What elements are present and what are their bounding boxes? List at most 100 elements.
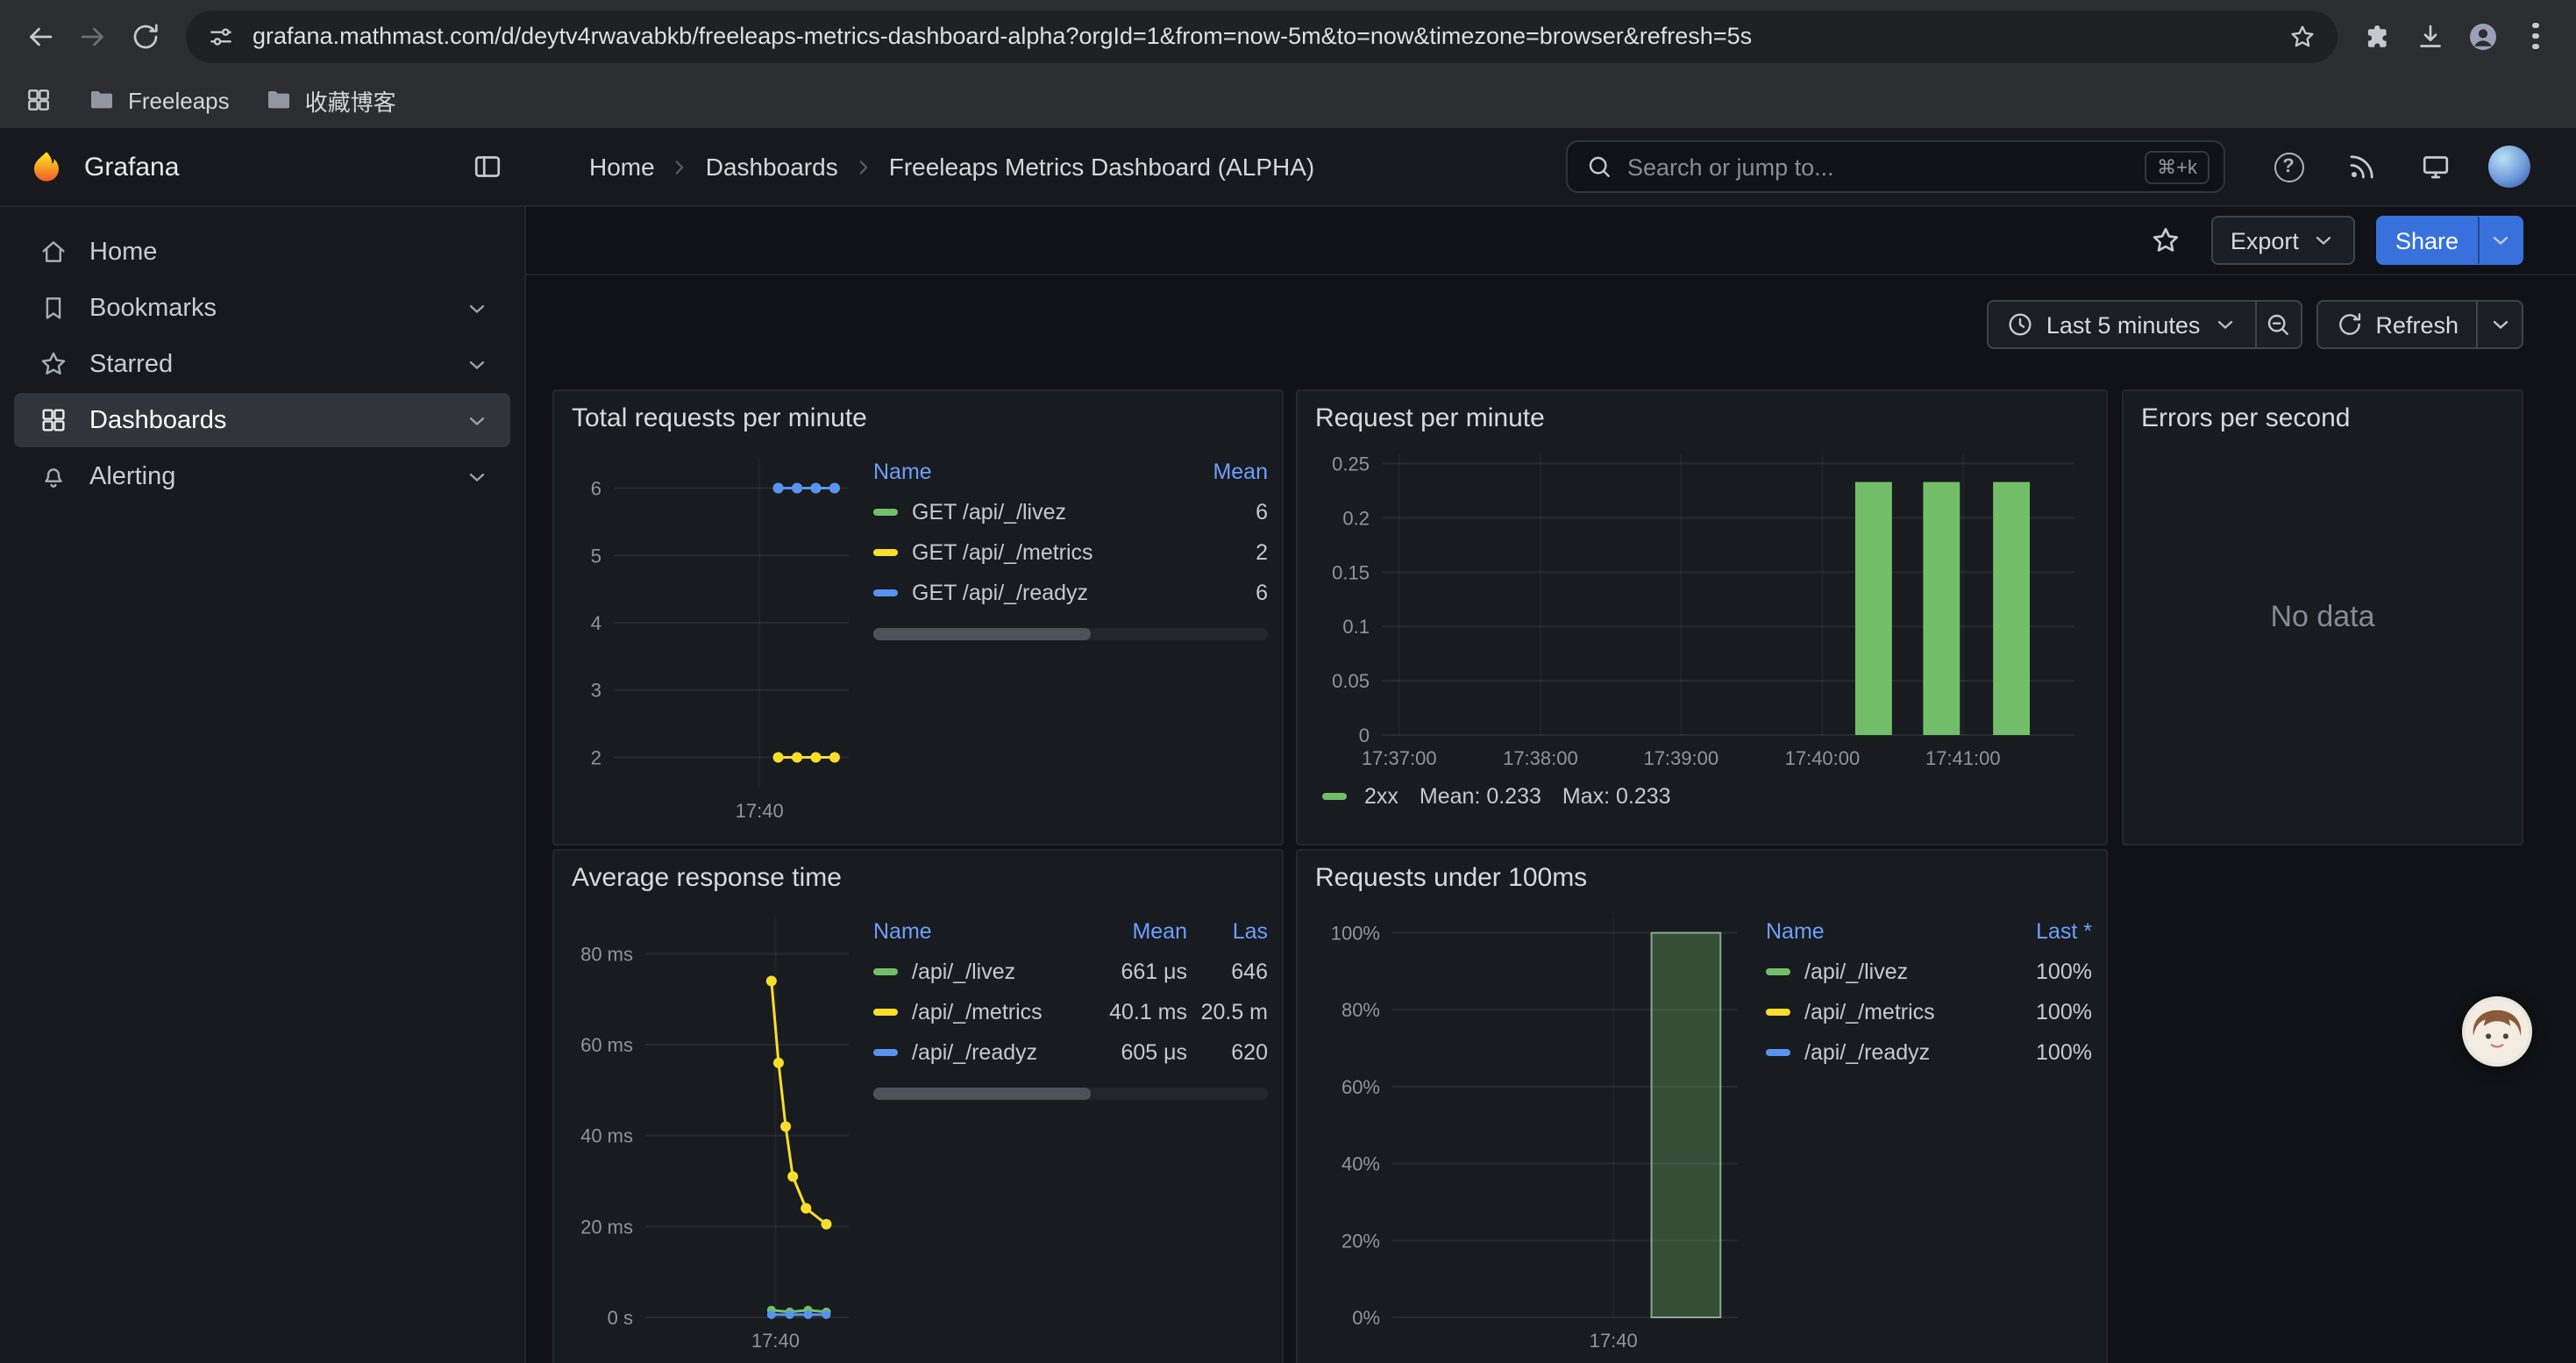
chevron-down-icon[interactable]	[465, 408, 489, 432]
browser-toolbar: grafana.mathmast.com/d/deytv4rwavabkb/fr…	[0, 0, 2576, 72]
series-name[interactable]: 2xx	[1364, 784, 1398, 809]
sidebar-item-home[interactable]: Home	[14, 225, 510, 279]
sidebar-item-label: Home	[89, 238, 157, 266]
legend-scrollbar[interactable]	[873, 628, 1268, 640]
menu-button[interactable]	[2509, 10, 2562, 62]
series-name[interactable]: /api/_/livez	[1804, 959, 1908, 983]
url-text[interactable]: grafana.mathmast.com/d/deytv4rwavabkb/fr…	[253, 23, 2271, 49]
export-button[interactable]: Export	[2211, 216, 2355, 265]
extensions-button[interactable]	[2352, 10, 2404, 62]
bookmark-icon	[39, 293, 68, 323]
series-name[interactable]: /api/_/readyz	[912, 1039, 1037, 1064]
news-button[interactable]	[2338, 142, 2387, 191]
svg-text:4: 4	[591, 612, 601, 634]
series-swatch	[873, 508, 898, 515]
legend-row[interactable]: /api/_/readyz 605 μs 620	[873, 1031, 1268, 1072]
apps-grid-button[interactable]	[25, 86, 53, 114]
legend-col-name[interactable]: Name	[1766, 918, 1990, 943]
floating-profile-avatar[interactable]	[2462, 996, 2532, 1067]
refresh-button[interactable]: Refresh	[2316, 300, 2478, 349]
legend-row[interactable]: GET /api/_/livez 6	[873, 491, 1268, 532]
panel-title[interactable]: Requests under 100ms	[1298, 851, 2106, 893]
chevron-down-icon[interactable]	[465, 296, 489, 320]
sidebar-item-starred[interactable]: Starred	[14, 337, 510, 391]
refresh-interval-button[interactable]	[2478, 300, 2523, 349]
avg-response-time-chart[interactable]: 0 s20 ms40 ms60 ms80 ms17:40	[568, 900, 866, 1359]
time-range-picker[interactable]: Last 5 minutes	[1987, 300, 2257, 349]
scrollbar-thumb[interactable]	[873, 1088, 1091, 1100]
forward-button[interactable]	[67, 10, 119, 62]
brand-name[interactable]: Grafana	[84, 152, 179, 182]
extensions-icon	[2362, 20, 2394, 52]
legend-row[interactable]: /api/_/livez 661 μs 646	[873, 951, 1268, 991]
svg-text:0.2: 0.2	[1342, 507, 1370, 529]
share-menu-button[interactable]	[2478, 216, 2523, 265]
dock-menu-button[interactable]	[463, 142, 512, 191]
header-icons: ?	[2264, 142, 2534, 191]
grafana-header: Grafana Home Dashboards Freeleaps Metric…	[0, 128, 2576, 207]
legend-col-last[interactable]: Last *	[1990, 918, 2092, 943]
bookmark-folder-freeleaps[interactable]: Freeleaps	[88, 86, 230, 114]
share-button-group: Share	[2376, 216, 2523, 265]
user-avatar[interactable]	[2485, 142, 2534, 191]
back-button[interactable]	[14, 10, 67, 62]
no-data-message: No data	[2124, 433, 2522, 802]
svg-text:80%: 80%	[1341, 999, 1380, 1021]
panel-title[interactable]: Request per minute	[1298, 391, 2106, 433]
chevron-down-icon[interactable]	[465, 352, 489, 376]
legend-row[interactable]: GET /api/_/readyz 6	[873, 572, 1268, 612]
breadcrumb-home[interactable]: Home	[589, 153, 655, 181]
series-name[interactable]: /api/_/metrics	[912, 999, 1042, 1024]
sidebar-item-label: Alerting	[89, 462, 175, 490]
bookmark-star-icon[interactable]	[2288, 22, 2316, 50]
bookmark-label: 收藏博客	[305, 83, 396, 117]
help-button[interactable]: ?	[2264, 142, 2313, 191]
requests-under-100ms-chart[interactable]: 0%20%40%60%80%100%17:40	[1312, 900, 1759, 1359]
chevron-down-icon	[2212, 312, 2237, 337]
series-name[interactable]: GET /api/_/livez	[912, 499, 1066, 524]
legend-row[interactable]: /api/_/readyz 100%	[1766, 1031, 2092, 1072]
reload-button[interactable]	[119, 10, 172, 62]
series-name[interactable]: GET /api/_/readyz	[912, 580, 1088, 604]
sidebar: Home Bookmarks Starred Dashboards Alerti…	[0, 207, 526, 1363]
series-name[interactable]: /api/_/readyz	[1804, 1039, 1930, 1064]
legend-row[interactable]: /api/_/livez 100%	[1766, 951, 2092, 991]
bookmark-folder-blogs[interactable]: 收藏博客	[265, 83, 396, 117]
url-bar[interactable]: grafana.mathmast.com/d/deytv4rwavabkb/fr…	[186, 10, 2338, 62]
legend-col-mean[interactable]: Mean	[1166, 459, 1268, 483]
dashboards-icon	[39, 405, 68, 435]
legend-col-name[interactable]: Name	[873, 918, 1085, 943]
panel-title[interactable]: Errors per second	[2124, 391, 2522, 433]
panel-title[interactable]: Total requests per minute	[554, 391, 1282, 433]
zoom-out-button[interactable]	[2256, 300, 2302, 349]
legend-row[interactable]: /api/_/metrics 40.1 ms 20.5 m	[873, 991, 1268, 1031]
profile-button[interactable]	[2457, 10, 2509, 62]
sidebar-item-bookmarks[interactable]: Bookmarks	[14, 281, 510, 335]
series-name[interactable]: GET /api/_/metrics	[912, 539, 1093, 564]
legend-row[interactable]: GET /api/_/metrics 2	[873, 532, 1268, 572]
favorite-star-button[interactable]	[2141, 216, 2190, 265]
sidebar-item-alerting[interactable]: Alerting	[14, 449, 510, 503]
search-input[interactable]	[1627, 153, 2131, 180]
legend-col-mean[interactable]: Mean	[1085, 918, 1187, 943]
downloads-button[interactable]	[2404, 10, 2457, 62]
legend-scrollbar[interactable]	[873, 1088, 1268, 1100]
display-button[interactable]	[2411, 142, 2460, 191]
search-box[interactable]: ⌘+k	[1566, 140, 2225, 193]
site-settings-icon[interactable]	[207, 22, 235, 50]
share-button[interactable]: Share	[2376, 216, 2478, 265]
total-requests-chart[interactable]: 2345617:40	[568, 440, 866, 830]
sidebar-item-dashboards[interactable]: Dashboards	[14, 393, 510, 447]
legend-col-last[interactable]: Las	[1187, 918, 1268, 943]
chevron-down-icon[interactable]	[465, 464, 489, 489]
legend-col-name[interactable]: Name	[873, 459, 1166, 483]
series-max: Max: 0.233	[1562, 784, 1671, 809]
panel-title[interactable]: Average response time	[554, 851, 1282, 893]
series-name[interactable]: /api/_/metrics	[1804, 999, 1935, 1024]
grafana-logo[interactable]	[28, 148, 65, 185]
scrollbar-thumb[interactable]	[873, 628, 1091, 640]
breadcrumb-dashboards[interactable]: Dashboards	[706, 153, 838, 181]
request-per-minute-chart[interactable]: 00.050.10.150.20.2517:37:0017:38:0017:39…	[1312, 440, 2092, 777]
legend-row[interactable]: /api/_/metrics 100%	[1766, 991, 2092, 1031]
series-name[interactable]: /api/_/livez	[912, 959, 1015, 983]
